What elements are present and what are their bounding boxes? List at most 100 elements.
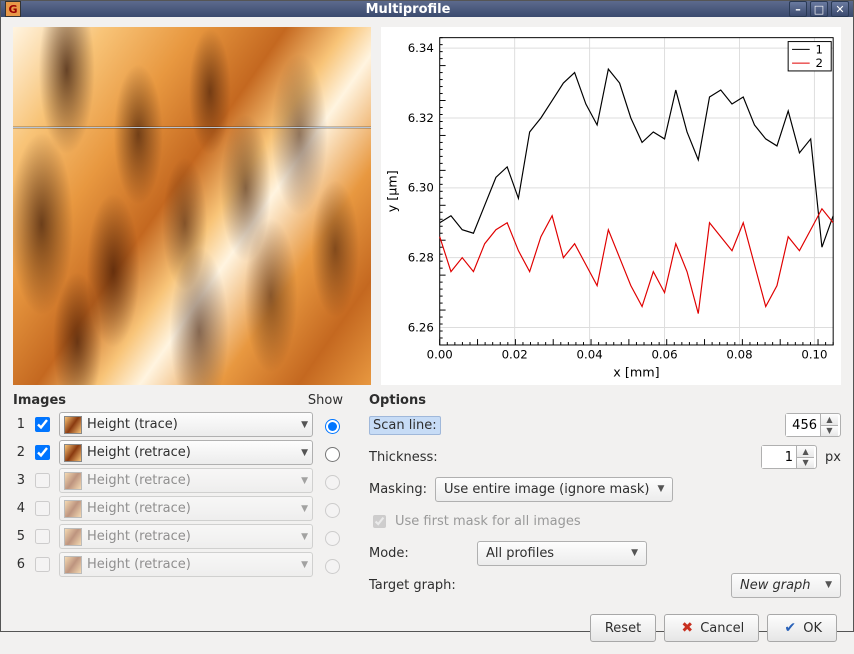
ok-icon: ✔ xyxy=(782,620,798,636)
image-show-radio[interactable] xyxy=(325,447,340,462)
image-thumbnail xyxy=(64,556,82,574)
scan-line-input[interactable] xyxy=(786,414,820,436)
image-row: 1 Height (trace) ▼ xyxy=(13,412,343,437)
image-row: 5 Height (retrace) ▼ xyxy=(13,524,343,549)
target-graph-combo[interactable]: New graph ▼ xyxy=(731,573,841,598)
image-enable-checkbox xyxy=(35,501,50,516)
image-show-radio xyxy=(325,503,340,518)
image-row: 4 Height (retrace)▼ xyxy=(13,496,343,521)
chevron-down-icon: ▼ xyxy=(301,420,308,430)
svg-text:y [µm]: y [µm] xyxy=(385,170,400,212)
svg-text:0.06: 0.06 xyxy=(651,348,677,362)
image-row-number: 2 xyxy=(13,445,25,460)
image-row-number: 3 xyxy=(13,473,25,488)
image-row-number: 4 xyxy=(13,501,25,516)
image-row-number: 1 xyxy=(13,417,25,432)
svg-text:0.04: 0.04 xyxy=(577,348,603,362)
profile-chart: 0.000.020.040.060.080.106.266.286.306.32… xyxy=(381,27,841,385)
target-label: Target graph: xyxy=(369,578,469,593)
chevron-down-icon: ▼ xyxy=(301,448,308,458)
reset-button[interactable]: Reset xyxy=(590,614,656,642)
image-preview[interactable] xyxy=(13,27,371,385)
use-first-mask-checkbox: Use first mask for all images xyxy=(369,512,581,531)
image-enable-checkbox xyxy=(35,529,50,544)
mode-value: All profiles xyxy=(486,546,554,561)
chevron-down-icon: ▼ xyxy=(301,476,308,486)
window: G Multiprofile – □ ✕ 0.000.020.040.060.0… xyxy=(0,0,854,632)
chevron-down-icon: ▼ xyxy=(301,532,308,542)
spin-up-icon[interactable]: ▲ xyxy=(797,446,814,458)
image-show-radio[interactable] xyxy=(325,419,340,434)
image-select-dropdown: Height (retrace) ▼ xyxy=(59,524,313,549)
spin-down-icon[interactable]: ▼ xyxy=(821,426,838,437)
spin-down-icon[interactable]: ▼ xyxy=(797,458,814,469)
svg-text:6.30: 6.30 xyxy=(408,181,434,195)
cancel-icon: ✖ xyxy=(679,620,695,636)
image-enable-checkbox[interactable] xyxy=(35,445,50,460)
image-enable-checkbox[interactable] xyxy=(35,417,50,432)
thickness-spinner[interactable]: ▲▼ xyxy=(761,445,817,469)
scan-line-spinner[interactable]: ▲▼ xyxy=(785,413,841,437)
image-label: Height (retrace) xyxy=(87,529,296,544)
image-row: 2 Height (retrace) ▼ xyxy=(13,440,343,465)
chevron-down-icon: ▼ xyxy=(631,548,638,558)
target-graph-value: New graph xyxy=(740,578,811,593)
close-button[interactable]: ✕ xyxy=(831,1,849,17)
image-show-radio xyxy=(325,475,340,490)
chevron-down-icon: ▼ xyxy=(301,504,308,514)
cancel-button[interactable]: ✖Cancel xyxy=(664,614,759,642)
svg-text:6.28: 6.28 xyxy=(408,251,434,265)
image-select-dropdown: Height (retrace) ▼ xyxy=(59,468,313,493)
image-select-dropdown[interactable]: Height (retrace) ▼ xyxy=(59,440,313,465)
svg-text:0.00: 0.00 xyxy=(427,348,453,362)
image-enable-checkbox xyxy=(35,473,50,488)
svg-text:6.26: 6.26 xyxy=(408,320,434,334)
image-thumbnail xyxy=(64,500,82,518)
chevron-down-icon: ▼ xyxy=(825,580,832,590)
image-texture xyxy=(13,27,371,385)
image-label: Height (retrace) xyxy=(87,445,296,460)
app-icon: G xyxy=(5,1,21,17)
image-select-dropdown: Height (retrace) ▼ xyxy=(59,552,313,577)
masking-label: Masking: xyxy=(369,482,427,497)
image-label: Height (retrace) xyxy=(87,473,296,488)
svg-text:0.08: 0.08 xyxy=(726,348,752,362)
image-thumbnail xyxy=(64,528,82,546)
mode-combo[interactable]: All profiles ▼ xyxy=(477,541,647,566)
window-title: Multiprofile xyxy=(27,2,789,17)
options-header: Options xyxy=(369,393,426,408)
scan-line-indicator[interactable] xyxy=(13,127,371,128)
image-thumbnail xyxy=(64,444,82,462)
thickness-unit: px xyxy=(825,450,841,465)
image-row-number: 6 xyxy=(13,557,25,572)
svg-text:2: 2 xyxy=(816,56,823,70)
titlebar: G Multiprofile – □ ✕ xyxy=(1,1,853,17)
svg-text:x [mm]: x [mm] xyxy=(613,364,659,379)
mode-label: Mode: xyxy=(369,546,469,561)
scan-line-label: Scan line: xyxy=(369,416,441,435)
thickness-label: Thickness: xyxy=(369,450,469,465)
show-label: Show xyxy=(308,393,343,408)
ok-button[interactable]: ✔OK xyxy=(767,614,837,642)
svg-text:1: 1 xyxy=(816,42,823,56)
use-first-mask-label: Use first mask for all images xyxy=(395,514,581,529)
chevron-down-icon: ▼ xyxy=(301,560,308,570)
image-show-radio xyxy=(325,559,340,574)
minimize-button[interactable]: – xyxy=(789,1,807,17)
spin-up-icon[interactable]: ▲ xyxy=(821,414,838,426)
image-thumbnail xyxy=(64,416,82,434)
thickness-input[interactable] xyxy=(762,446,796,468)
image-label: Height (retrace) xyxy=(87,557,296,572)
svg-text:6.34: 6.34 xyxy=(408,41,434,55)
image-thumbnail xyxy=(64,472,82,490)
svg-text:0.10: 0.10 xyxy=(801,348,827,362)
image-select-dropdown[interactable]: Height (trace) ▼ xyxy=(59,412,313,437)
image-select-dropdown: Height (retrace)▼ xyxy=(59,496,313,521)
masking-combo[interactable]: Use entire image (ignore mask) ▼ xyxy=(435,477,673,502)
use-first-mask-check xyxy=(373,515,386,528)
images-header: Images xyxy=(13,393,66,408)
image-label: Height (trace) xyxy=(87,417,296,432)
maximize-button[interactable]: □ xyxy=(810,1,828,17)
chevron-down-icon: ▼ xyxy=(657,484,664,494)
image-row-number: 5 xyxy=(13,529,25,544)
